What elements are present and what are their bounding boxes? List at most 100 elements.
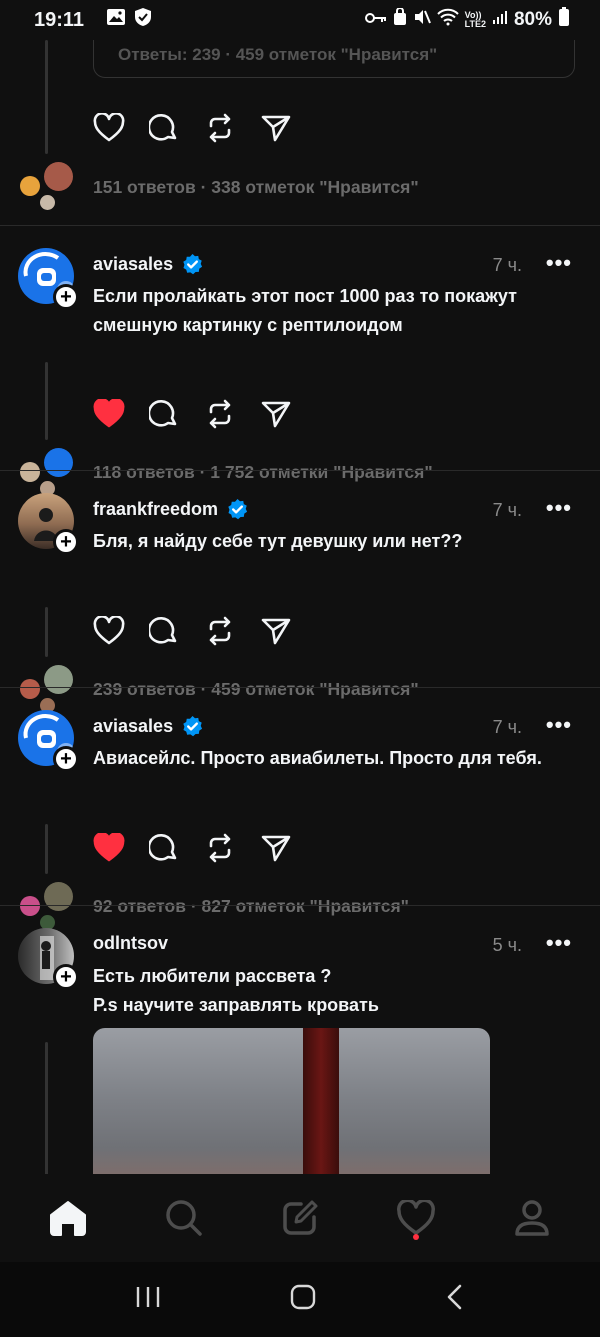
lte-label: Vo)) LTE2 bbox=[464, 10, 486, 29]
wifi-icon bbox=[436, 8, 459, 32]
post-time: 7 ч. bbox=[492, 500, 522, 520]
post-author[interactable]: aviasales bbox=[93, 253, 204, 276]
post-text-line: Есть любители рассвета ? bbox=[93, 966, 332, 986]
thread-line bbox=[45, 1042, 48, 1174]
battery-percent: 80% bbox=[513, 9, 552, 30]
thread-line bbox=[45, 607, 48, 657]
more-options-button[interactable]: ••• bbox=[546, 930, 572, 956]
reply-button[interactable] bbox=[149, 398, 205, 430]
replier-avatar bbox=[40, 195, 55, 210]
send-icon bbox=[261, 618, 291, 645]
like-button[interactable] bbox=[93, 832, 149, 864]
send-icon bbox=[261, 835, 291, 862]
comment-icon bbox=[149, 400, 177, 427]
recent-apps-button[interactable] bbox=[134, 1285, 162, 1314]
quoted-post-stats: Ответы: 239 · 459 отметок "Нравится" bbox=[118, 45, 438, 64]
follow-button[interactable]: + bbox=[53, 964, 79, 990]
nav-home-button[interactable] bbox=[38, 1188, 98, 1248]
post-time: 7 ч. bbox=[492, 255, 522, 275]
username[interactable]: odlntsov bbox=[93, 933, 168, 954]
follow-button[interactable]: + bbox=[53, 746, 79, 772]
post-text: Если пролайкать этот пост 1000 раз то по… bbox=[93, 286, 517, 335]
comment-icon bbox=[149, 114, 177, 141]
repost-button[interactable] bbox=[205, 112, 261, 144]
nav-activity-button[interactable] bbox=[386, 1188, 446, 1248]
bottom-navigation bbox=[0, 1174, 600, 1262]
send-icon bbox=[261, 401, 291, 428]
recent-apps-icon bbox=[136, 1287, 159, 1307]
post-text: Есть любители рассвета ? P.s научите зап… bbox=[93, 962, 563, 1020]
more-options-button[interactable]: ••• bbox=[546, 250, 572, 276]
home-icon bbox=[50, 1201, 86, 1236]
post-text: Авиасейлс. Просто авиабилеты. Просто для… bbox=[93, 748, 542, 768]
post-time: 7 ч. bbox=[492, 717, 522, 737]
heart-filled-icon bbox=[93, 399, 125, 428]
post[interactable]: + aviasales 7 ч. ••• Если пролайкать это… bbox=[0, 226, 600, 496]
repost-button[interactable] bbox=[205, 615, 261, 647]
like-button[interactable] bbox=[93, 398, 149, 430]
comment-icon bbox=[149, 834, 177, 861]
post-time: 5 ч. bbox=[492, 935, 522, 955]
follow-button[interactable]: + bbox=[53, 284, 79, 310]
notification-dot bbox=[413, 1234, 419, 1240]
nav-profile-button[interactable] bbox=[502, 1188, 562, 1248]
send-icon bbox=[261, 115, 291, 142]
reply-button[interactable] bbox=[149, 112, 205, 144]
post-text-line: P.s научите заправлять кровать bbox=[93, 995, 379, 1015]
share-button[interactable] bbox=[261, 615, 317, 647]
post-author[interactable]: aviasales bbox=[93, 715, 204, 738]
more-options-button[interactable]: ••• bbox=[546, 712, 572, 738]
shield-icon bbox=[134, 7, 152, 33]
heart-filled-icon bbox=[93, 833, 125, 862]
verified-badge-icon bbox=[183, 253, 203, 275]
share-button[interactable] bbox=[261, 112, 317, 144]
post-stats[interactable]: 151 ответов · 338 отметок "Нравится" bbox=[93, 177, 419, 198]
share-button[interactable] bbox=[261, 832, 317, 864]
reply-button[interactable] bbox=[149, 832, 205, 864]
feed[interactable]: Ответы: 239 · 459 отметок "Нравится" 151… bbox=[0, 40, 600, 1174]
more-options-button[interactable]: ••• bbox=[546, 495, 572, 521]
repost-icon bbox=[209, 399, 231, 429]
post-image[interactable] bbox=[93, 1028, 490, 1174]
home-square-icon bbox=[290, 1284, 316, 1310]
post[interactable]: + odlntsov 5 ч. ••• Есть любители рассве… bbox=[0, 906, 600, 1174]
pole-shape bbox=[303, 1028, 339, 1174]
username[interactable]: aviasales bbox=[93, 254, 173, 275]
alarm-lock-icon bbox=[393, 7, 407, 32]
signal-icon bbox=[492, 9, 508, 31]
heart-icon bbox=[93, 616, 125, 645]
post-author[interactable]: fraankfreedom bbox=[93, 498, 249, 521]
repost-button[interactable] bbox=[205, 832, 261, 864]
post-actions bbox=[93, 398, 317, 430]
home-system-button[interactable] bbox=[289, 1283, 317, 1316]
post-text: Бля, я найду себе тут девушку или нет?? bbox=[93, 531, 463, 551]
repost-icon bbox=[209, 113, 231, 143]
back-button[interactable] bbox=[444, 1283, 466, 1316]
username[interactable]: aviasales bbox=[93, 716, 173, 737]
like-button[interactable] bbox=[93, 615, 149, 647]
repost-icon bbox=[209, 616, 231, 646]
back-chevron-icon bbox=[448, 1284, 462, 1310]
reply-button[interactable] bbox=[149, 615, 205, 647]
nav-compose-button[interactable] bbox=[270, 1188, 330, 1248]
thread-line bbox=[45, 40, 48, 154]
post[interactable]: + fraankfreedom 7 ч. ••• Бля, я найду се… bbox=[0, 471, 600, 713]
mute-icon bbox=[413, 8, 431, 32]
gallery-icon bbox=[106, 8, 126, 32]
replier-avatars bbox=[18, 162, 78, 212]
thread-line bbox=[45, 824, 48, 874]
post-actions bbox=[93, 112, 317, 144]
profile-icon bbox=[515, 1200, 549, 1236]
share-button[interactable] bbox=[261, 398, 317, 430]
post-author[interactable]: odlntsov bbox=[93, 933, 168, 954]
follow-button[interactable]: + bbox=[53, 529, 79, 555]
replier-avatar bbox=[44, 162, 73, 191]
username[interactable]: fraankfreedom bbox=[93, 499, 218, 520]
post[interactable]: + aviasales 7 ч. ••• Авиасейлс. Просто а… bbox=[0, 688, 600, 930]
repost-button[interactable] bbox=[205, 398, 261, 430]
like-button[interactable] bbox=[93, 112, 149, 144]
status-bar: 19:11 Vo)) LTE2 80% bbox=[0, 0, 600, 40]
nav-search-button[interactable] bbox=[154, 1188, 214, 1248]
quoted-post-card[interactable]: Ответы: 239 · 459 отметок "Нравится" bbox=[93, 40, 575, 78]
battery-icon bbox=[558, 7, 570, 33]
